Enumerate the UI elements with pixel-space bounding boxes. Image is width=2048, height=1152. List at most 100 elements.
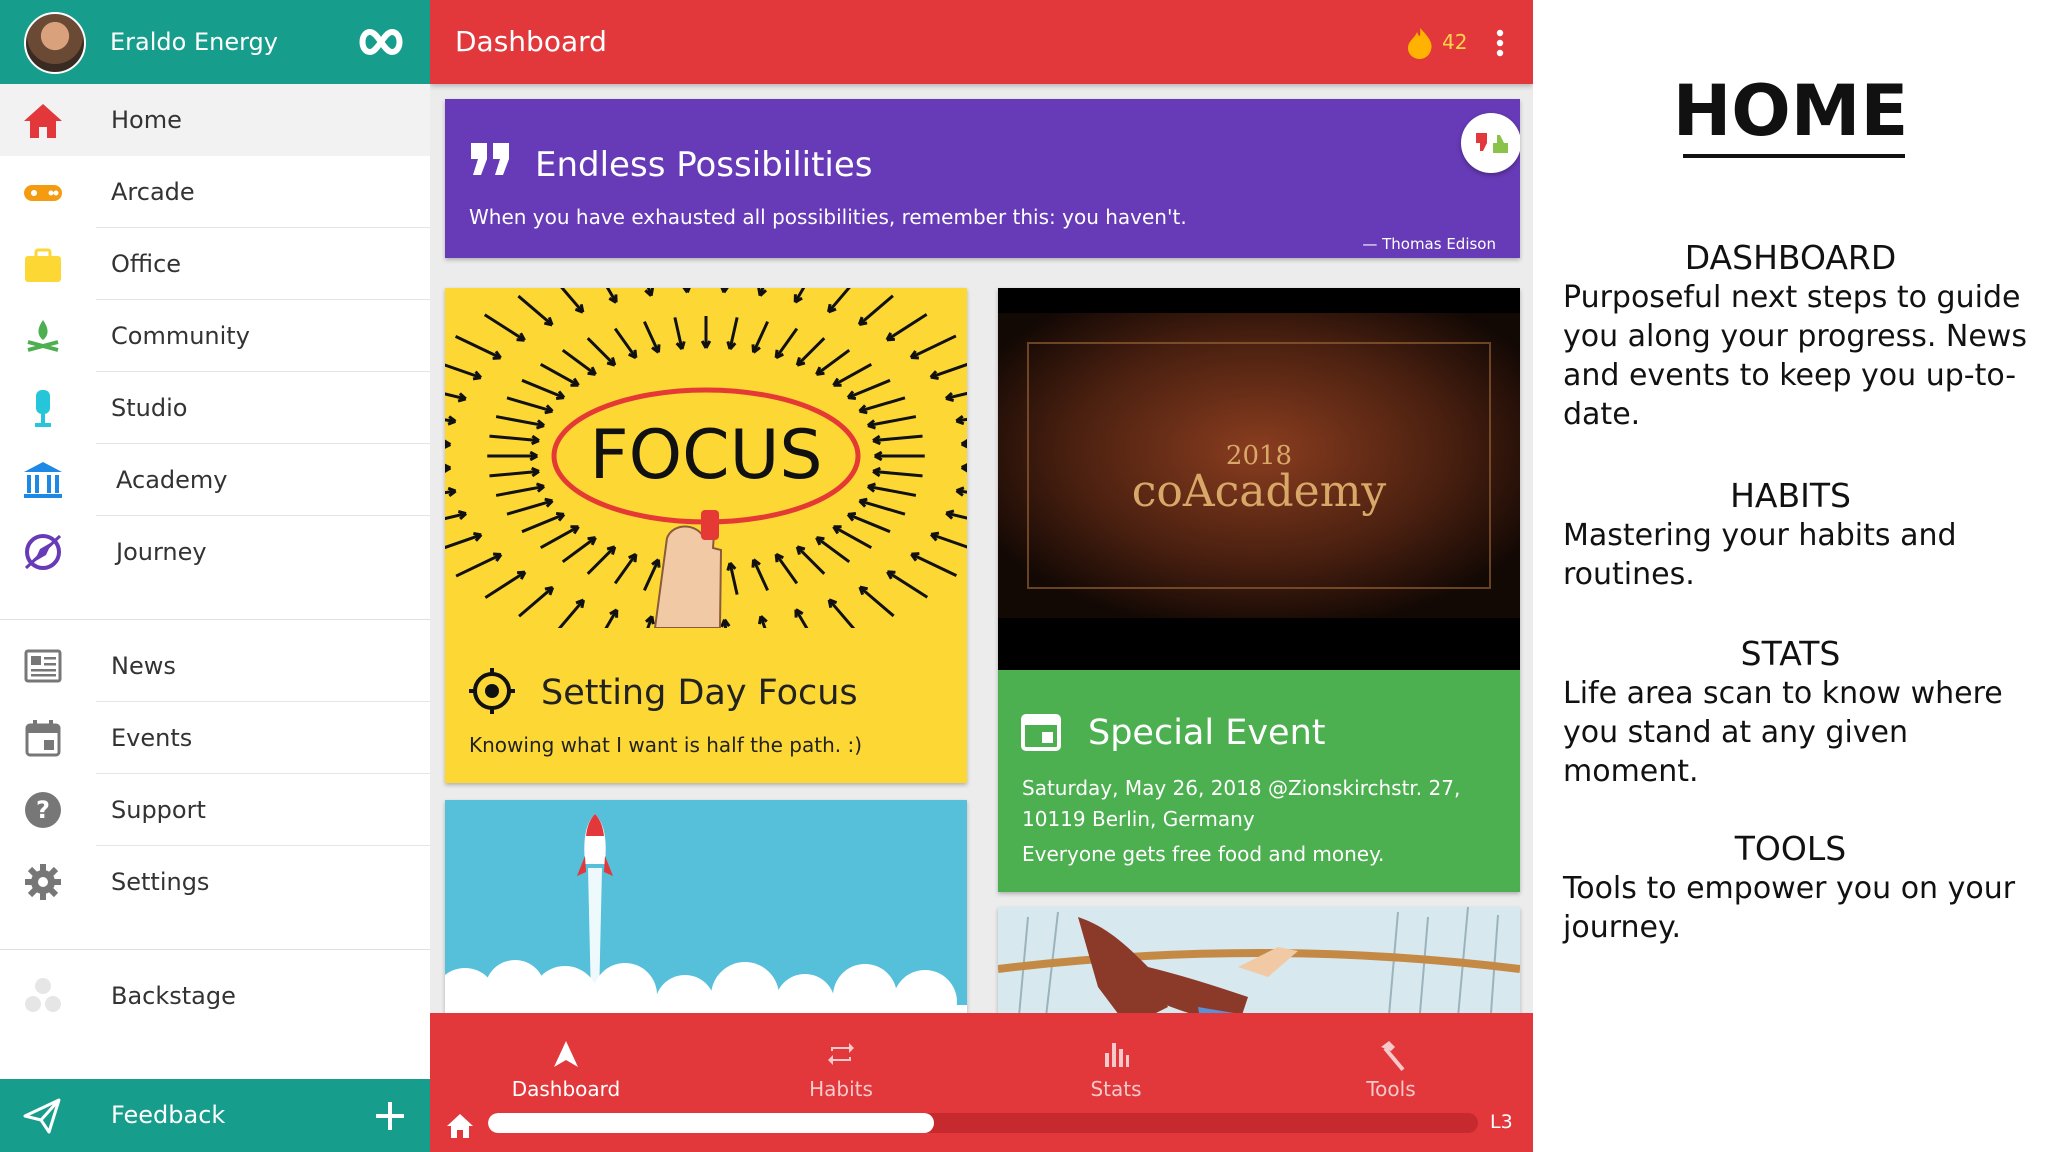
section-heading-tools: TOOLS — [1734, 829, 1847, 868]
page-title: Dashboard — [455, 25, 607, 58]
sidebar-item-label: Home — [111, 106, 182, 134]
quote-card[interactable]: Endless Possibilities When you have exha… — [445, 99, 1520, 258]
sidebar-item-community[interactable]: Community — [0, 300, 430, 372]
sidebar-item-label: Office — [111, 250, 182, 278]
sidebar-item-studio[interactable]: Studio — [0, 372, 430, 444]
sidebar-item-arcade[interactable]: Arcade — [0, 156, 430, 228]
focus-illustration: FOCUS — [445, 288, 967, 628]
thumbs-icon — [1476, 133, 1508, 153]
focus-image-text: FOCUS — [589, 416, 822, 495]
app-bar: Dashboard 42 — [430, 0, 1533, 84]
main-content: Dashboard 42 Endless Possibilities When … — [430, 0, 1533, 1152]
home-icon — [24, 104, 62, 138]
sidebar-item-label: Academy — [116, 466, 228, 494]
backstage-icon — [25, 978, 61, 1012]
sidebar-item-label: Journey — [116, 538, 207, 566]
tab-stats[interactable]: Stats — [1016, 1027, 1216, 1101]
section-heading-stats: STATS — [1740, 634, 1841, 673]
event-description: Everyone gets free food and money. — [1022, 842, 1385, 866]
calendar-icon — [25, 720, 61, 757]
level-label: L3 — [1490, 1111, 1513, 1133]
section-heading-dashboard: DASHBOARD — [1684, 238, 1897, 277]
tab-label: Dashboard — [511, 1077, 621, 1101]
tab-label: Stats — [1090, 1077, 1142, 1101]
event-image-title: coAcademy — [1132, 466, 1387, 517]
newspaper-icon — [24, 649, 62, 683]
sidebar-item-support[interactable]: ? Support — [0, 774, 430, 846]
section-text-stats: Life area scan to know where you stand a… — [1563, 676, 2003, 789]
sidebar-item-backstage[interactable]: Backstage — [0, 960, 430, 1032]
sidebar-item-settings[interactable]: Settings — [0, 846, 430, 918]
tab-label: Habits — [809, 1077, 873, 1101]
repeat-icon — [828, 1043, 854, 1065]
divider — [0, 619, 430, 620]
section-text-dashboard: Purposeful next steps to guide you along… — [1563, 280, 2027, 432]
avatar[interactable] — [24, 12, 86, 74]
sidebar-item-events[interactable]: Events — [0, 702, 430, 774]
sidebar-item-label: Support — [111, 796, 206, 824]
flame-icon — [1408, 28, 1432, 59]
infinity-icon[interactable] — [358, 24, 404, 60]
event-address: 10119 Berlin, Germany — [1022, 807, 1255, 831]
sidebar-item-label: Studio — [111, 394, 188, 422]
more-vert-icon[interactable] — [1494, 28, 1506, 58]
feedback-button[interactable]: Feedback — [0, 1079, 430, 1152]
section-text-tools: Tools to empower you on your journey. — [1563, 871, 2016, 945]
navigation-drawer: Eraldo Energy Home Arcade Office Communi… — [0, 0, 431, 1152]
sidebar-item-journey[interactable]: Journey — [0, 516, 430, 588]
focus-card[interactable]: FOCUS Setting Day Focus Knowing what I w… — [445, 288, 967, 783]
section-heading-habits: HABITS — [1730, 476, 1851, 515]
divider — [0, 949, 430, 950]
sidebar-item-news[interactable]: News — [0, 630, 430, 702]
help-icon: ? — [25, 792, 61, 828]
compass-icon — [24, 534, 62, 570]
tab-tools[interactable]: Tools — [1291, 1027, 1491, 1101]
quote-author: — Thomas Edison — [1362, 235, 1496, 253]
quote-title: Endless Possibilities — [535, 145, 873, 185]
tab-dashboard[interactable]: Dashboard — [466, 1027, 666, 1101]
tab-label: Tools — [1366, 1077, 1416, 1101]
sidebar-item-label: Arcade — [111, 178, 195, 206]
campfire-icon — [27, 320, 59, 352]
add-icon[interactable] — [373, 1099, 407, 1133]
points-count: 42 — [1442, 30, 1468, 54]
event-date-location: Saturday, May 26, 2018 @Zionskirchstr. 2… — [1022, 776, 1461, 800]
bottom-navigation: Dashboard Habits Stats Tools L3 — [430, 1013, 1533, 1152]
sidebar-item-label: Community — [111, 322, 250, 350]
sidebar-item-office[interactable]: Office — [0, 228, 430, 300]
quote-icon — [471, 143, 509, 175]
info-panel: HOME DASHBOARD Purposeful next steps to … — [1533, 0, 2048, 1152]
progress-fill — [488, 1113, 934, 1133]
event-card[interactable]: 2018 coAcademy Special Event Saturday, M… — [998, 288, 1520, 892]
hammer-icon — [1381, 1041, 1405, 1071]
bar-chart-icon — [1105, 1043, 1129, 1067]
sidebar-item-label: Settings — [111, 868, 210, 896]
gamepad-icon — [24, 185, 62, 201]
microphone-icon — [35, 390, 51, 427]
sidebar-item-academy[interactable]: Academy — [0, 444, 430, 516]
send-icon — [23, 1098, 61, 1134]
focus-subtitle: Knowing what I want is half the path. :) — [469, 733, 863, 757]
level-progress-bar — [488, 1113, 1478, 1133]
navigation-arrow-icon — [554, 1041, 578, 1067]
title-underline — [1683, 154, 1905, 158]
target-icon — [469, 668, 515, 714]
gear-icon — [25, 864, 61, 900]
event-icon — [1021, 714, 1061, 751]
svg-text:?: ? — [36, 796, 50, 824]
sidebar-item-label: Backstage — [111, 982, 236, 1010]
briefcase-icon — [25, 248, 61, 282]
academy-building-icon — [24, 462, 62, 498]
drawer-header: Eraldo Energy — [0, 0, 430, 84]
user-name: Eraldo Energy — [110, 28, 278, 56]
coacademy-image: 2018 coAcademy — [998, 288, 1520, 670]
rate-button[interactable] — [1461, 113, 1520, 173]
sidebar-item-label: Events — [111, 724, 193, 752]
tab-habits[interactable]: Habits — [741, 1027, 941, 1101]
panel-title: HOME — [1672, 70, 1909, 152]
section-text-habits: Mastering your habits and routines. — [1563, 518, 1957, 592]
sidebar-item-home[interactable]: Home — [0, 84, 430, 156]
event-title: Special Event — [1088, 713, 1326, 753]
feedback-label: Feedback — [111, 1101, 226, 1129]
home-icon[interactable] — [445, 1112, 475, 1140]
